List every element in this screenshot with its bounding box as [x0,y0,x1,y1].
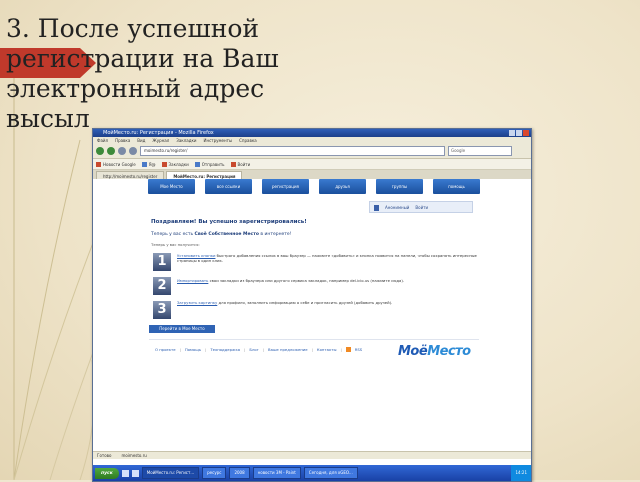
menu-item-view[interactable]: Вид [137,137,145,144]
slide-title: 3. После успешной регистрации на Ваш эле… [6,14,279,133]
bookmark-item[interactable]: Новости Google [96,161,136,167]
bookmark-label: Новости Google [103,161,136,167]
menu-item-history[interactable]: Журнал [152,137,169,144]
step-number: 2 [153,277,171,295]
page-content: Мое Место все ссылки регистрация друзья … [93,179,531,463]
minimize-icon[interactable] [509,130,515,136]
nav-groups[interactable]: группы [376,179,423,194]
bookmark-label: Отправить [201,161,225,167]
menu-item-tools[interactable]: Инструменты [203,137,232,144]
send-icon [194,161,200,167]
news-icon [96,161,101,167]
status-bar: Готово moimesto.ru [93,451,531,459]
site-nav: Мое Место все ссылки регистрация друзья … [148,179,480,194]
footer-link-about[interactable]: О проекте [155,347,176,352]
taskbar-item[interactable]: МойМесто.ru: Регист... [141,467,200,479]
footer-link-support[interactable]: Техподдержка [210,347,240,352]
step-text: Загрузить картинку для профиля, заполнит… [177,300,477,305]
status-text: Готово [97,453,112,458]
bookmark-item[interactable]: Войти [230,161,251,167]
quicklaunch-icon[interactable] [121,469,129,477]
taskbar-item[interactable]: новости 3М - Paint [252,467,301,479]
footer-link-blog[interactable]: Блог [249,347,258,352]
congrats-heading: Поздравляем! Вы успешно зарегистрировали… [151,219,307,225]
can-do-line: Теперь у вас получится: [151,242,200,247]
bookmark-label: Войти [237,161,251,167]
menu-item-bookmarks[interactable]: Закладки [176,137,196,144]
footer-link-contacts[interactable]: Контакты [317,347,337,352]
footer-link-help[interactable]: Помощь [185,347,201,352]
bookmarks-toolbar: Новости Google Я@ Закладки Отправить Вой… [93,159,531,170]
taskbar: пуск МойМесто.ru: Регист... ресурс 2008 … [93,465,531,481]
address-bar[interactable]: moimesto.ru/register/ [140,146,445,156]
window-title: МойМесто.ru: Регистрация - Mozilla Firef… [103,130,214,136]
mail-icon [141,161,147,167]
step-description: свои закладки из браузера или другого се… [209,278,405,283]
nav-my-place[interactable]: Мое Место [148,179,195,194]
footer-divider [149,339,479,340]
taskbar-item[interactable]: ресурс [202,467,227,479]
step-description: быстрого добавления ссылок в ваш браузер… [177,253,477,263]
logo-part-1: Моё [398,344,428,359]
taskbar-item[interactable]: Сегодня, для xGEO... [303,467,358,479]
close-icon[interactable] [523,130,529,136]
start-button[interactable]: пуск [95,467,119,479]
bookmark-label: Я@ [148,161,156,167]
login-link[interactable]: Войти [415,202,428,212]
footer-link-proposal[interactable]: Ваше предложение [268,347,308,352]
home-icon[interactable] [129,147,137,155]
nav-friends[interactable]: друзья [319,179,366,194]
logo-part-2: Место [427,344,471,359]
menu-bar: Файл Правка Вид Журнал Закладки Инструме… [93,137,531,144]
status-host: moimesto.ru [121,453,147,458]
quicklaunch-icon[interactable] [131,469,139,477]
forward-icon[interactable] [107,147,115,155]
step-link[interactable]: Загрузить картинку [177,300,217,305]
subline-bold: Своё Собственное Место [194,232,259,237]
user-box: Анонимный Войти [369,201,473,213]
search-input[interactable]: Google [448,146,512,156]
maximize-icon[interactable] [516,130,522,136]
footer-link-rss[interactable]: RSS [355,347,362,352]
menu-item-file[interactable]: Файл [97,137,108,144]
site-logo: МоёМесто [398,344,471,359]
subline-prefix: Теперь у вас есть [151,232,194,237]
browser-window: МойМесто.ru: Регистрация - Mozilla Firef… [92,128,532,482]
back-icon[interactable] [96,147,104,155]
menu-item-help[interactable]: Справка [239,137,257,144]
subline-suffix: в интернете! [260,232,292,237]
bookmark-item[interactable]: Отправить [194,161,225,167]
step-number: 3 [153,301,171,319]
taskbar-item[interactable]: 2008 [229,467,250,479]
nav-help[interactable]: помощь [433,179,480,194]
step-text: Установить кнопки быстрого добавления сс… [177,253,477,263]
go-to-my-place-button[interactable]: Перейти в Мое Место [149,325,215,333]
window-titlebar: МойМесто.ru: Регистрация - Mozilla Firef… [93,129,531,137]
bookmark-label: Закладки [168,161,189,167]
bookmark-item[interactable]: Я@ [141,161,156,167]
reload-icon[interactable] [118,147,126,155]
login-icon [230,161,236,167]
footer-links: О проекте | Помощь | Техподдержка | Блог | В… [155,347,363,352]
menu-item-edit[interactable]: Правка [115,137,130,144]
user-name[interactable]: Анонимный [385,202,409,212]
nav-registration[interactable]: регистрация [262,179,309,194]
subline: Теперь у вас есть Своё Собственное Место… [151,232,291,237]
step-text: Импортировать свои закладки из браузера … [177,278,477,283]
step-link[interactable]: Импортировать [177,278,208,283]
step-number: 1 [153,253,171,271]
bookmark-item[interactable]: Закладки [161,161,189,167]
avatar [374,205,379,211]
step-description: для профиля, заполнить информацию о себе… [218,300,393,305]
system-tray-clock: 14:21 [511,465,531,481]
rss-icon[interactable] [345,347,351,352]
nav-all-links[interactable]: все ссылки [205,179,252,194]
navigation-toolbar: moimesto.ru/register/ Google [93,144,531,159]
star-icon [161,161,167,167]
